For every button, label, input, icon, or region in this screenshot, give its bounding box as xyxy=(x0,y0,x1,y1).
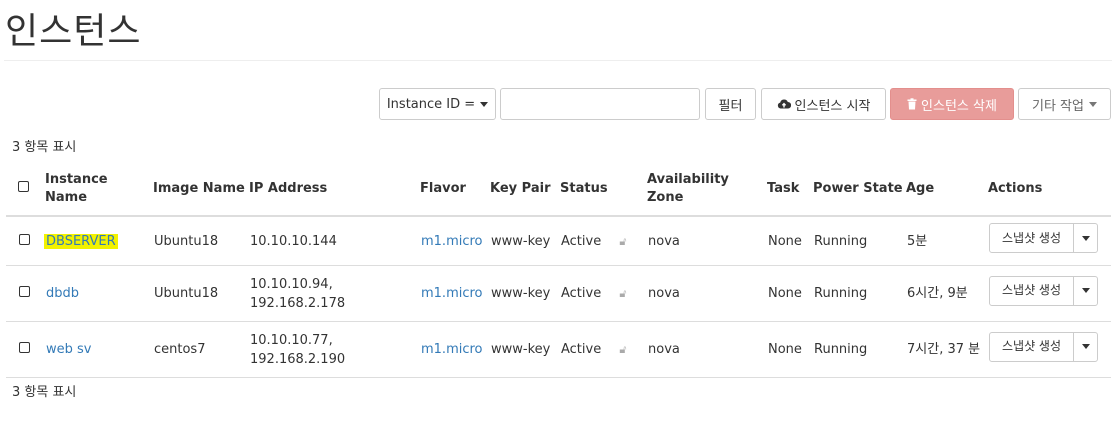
flavor-link[interactable]: m1.micro xyxy=(421,234,483,249)
trash-icon xyxy=(907,98,917,110)
status-text: Active xyxy=(561,286,602,301)
row-actions-group: 스냅샷 생성 xyxy=(989,223,1099,253)
age-cell: 6시간, 9분 xyxy=(906,265,988,322)
select-all-cell xyxy=(6,163,45,217)
header-actions: Actions xyxy=(988,163,1111,217)
caret-down-icon xyxy=(1081,235,1090,241)
power-state-cell: Running xyxy=(813,265,906,322)
age-cell: 7시간, 37 분 xyxy=(906,321,988,378)
create-snapshot-button[interactable]: 스냅샷 생성 xyxy=(989,275,1074,306)
ip-address-line: 10.10.10.77, xyxy=(250,332,333,348)
table-row: web sv centos7 10.10.10.77, 192.168.2.19… xyxy=(6,321,1111,378)
row-actions-dropdown[interactable] xyxy=(1073,223,1098,253)
status-cell: Active 🔓︎ xyxy=(560,321,647,378)
launch-instance-button[interactable]: 인스턴스 시작 xyxy=(761,88,886,120)
key-pair-cell: www-key xyxy=(490,265,560,322)
image-name-cell: centos7 xyxy=(153,321,249,378)
ip-address-line: 10.10.10.144 xyxy=(250,233,337,249)
header-power-state[interactable]: Power State xyxy=(813,163,906,217)
header-availability-zone[interactable]: Availability Zone xyxy=(647,163,767,217)
status-text: Active xyxy=(561,342,602,357)
create-snapshot-button[interactable]: 스냅샷 생성 xyxy=(989,223,1074,253)
power-state-cell: Running xyxy=(813,321,906,378)
key-pair-cell: www-key xyxy=(490,216,560,266)
ip-address-line: 192.168.2.190 xyxy=(250,351,346,367)
create-snapshot-button[interactable]: 스냅샷 생성 xyxy=(989,331,1074,362)
key-pair-cell: www-key xyxy=(490,321,560,378)
image-name-cell: Ubuntu18 xyxy=(153,265,249,322)
title-divider xyxy=(4,60,1112,61)
cloud-upload-icon xyxy=(777,99,791,109)
filter-field-label: Instance ID = xyxy=(386,96,476,112)
row-actions-group: 스냅샷 생성 xyxy=(989,275,1099,306)
actions-cell: 스냅샷 생성 xyxy=(988,216,1111,266)
filter-button[interactable]: 필터 xyxy=(705,88,756,120)
caret-down-icon xyxy=(1088,101,1097,107)
unlock-icon: 🔓︎ xyxy=(619,287,627,300)
table-row: dbdb Ubuntu18 10.10.10.94, 192.168.2.178… xyxy=(6,265,1111,322)
delete-instances-button[interactable]: 인스턴스 삭제 xyxy=(890,88,1014,120)
task-cell: None xyxy=(767,265,813,322)
header-age[interactable]: Age xyxy=(906,163,988,217)
filter-field-select[interactable]: Instance ID = xyxy=(379,88,496,120)
flavor-link[interactable]: m1.micro xyxy=(421,286,483,301)
more-actions-button[interactable]: 기타 작업 xyxy=(1018,88,1111,120)
age-cell: 5분 xyxy=(906,216,988,266)
more-actions-label: 기타 작업 xyxy=(1032,98,1084,114)
table-header-row: Instance Name Image Name IP Address Flav… xyxy=(6,163,1111,217)
row-actions-dropdown[interactable] xyxy=(1073,331,1098,362)
header-image-name[interactable]: Image Name xyxy=(153,163,249,217)
availability-zone-cell: nova xyxy=(647,216,767,266)
instance-name-link[interactable]: web sv xyxy=(46,342,91,357)
header-status[interactable]: Status xyxy=(560,163,647,217)
actions-cell: 스냅샷 생성 xyxy=(988,321,1111,378)
table-toolbar: Instance ID = 필터 인스턴스 시작 인스턴스 삭제 기타 작업 xyxy=(0,88,1118,120)
ip-address-cell: 10.10.10.94, 192.168.2.178 xyxy=(249,265,420,322)
instance-name-link[interactable]: dbdb xyxy=(46,286,79,301)
power-state-cell: Running xyxy=(813,216,906,266)
ip-address-line: 192.168.2.178 xyxy=(250,295,346,311)
status-text: Active xyxy=(561,233,602,249)
image-name-cell: Ubuntu18 xyxy=(153,216,249,266)
availability-zone-cell: nova xyxy=(647,265,767,322)
unlock-icon: 🔓︎ xyxy=(619,234,627,248)
status-cell: Active 🔓︎ xyxy=(560,216,647,266)
availability-zone-cell: nova xyxy=(647,321,767,378)
launch-instance-label: 인스턴스 시작 xyxy=(794,98,871,114)
caret-down-icon xyxy=(1081,344,1090,349)
flavor-link[interactable]: m1.micro xyxy=(421,342,483,357)
item-count-top: 3 항목 표시 xyxy=(12,140,77,155)
filter-input[interactable] xyxy=(500,88,700,120)
header-instance-name[interactable]: Instance Name xyxy=(45,163,153,217)
caret-down-icon xyxy=(480,101,489,107)
instances-table: Instance Name Image Name IP Address Flav… xyxy=(6,163,1111,378)
row-checkbox[interactable] xyxy=(19,342,30,353)
header-flavor[interactable]: Flavor xyxy=(420,163,490,217)
item-count-bottom: 3 항목 표시 xyxy=(12,385,77,400)
row-checkbox[interactable] xyxy=(19,286,30,297)
header-task[interactable]: Task xyxy=(767,163,813,217)
select-all-checkbox[interactable] xyxy=(18,181,29,192)
table-row: DBSERVER Ubuntu18 10.10.10.144 m1.micro … xyxy=(6,216,1111,266)
instance-name-link[interactable]: DBSERVER xyxy=(44,233,118,249)
header-key-pair[interactable]: Key Pair xyxy=(490,163,560,217)
task-cell: None xyxy=(767,321,813,378)
actions-cell: 스냅샷 생성 xyxy=(988,265,1111,322)
status-cell: Active 🔓︎ xyxy=(560,265,647,322)
row-actions-dropdown[interactable] xyxy=(1073,275,1098,306)
header-ip-address[interactable]: IP Address xyxy=(249,163,420,217)
unlock-icon: 🔓︎ xyxy=(619,343,627,356)
task-cell: None xyxy=(767,216,813,266)
ip-address-cell: 10.10.10.77, 192.168.2.190 xyxy=(249,321,420,378)
ip-address-cell: 10.10.10.144 xyxy=(249,216,420,266)
row-checkbox[interactable] xyxy=(19,233,30,245)
delete-instances-label: 인스턴스 삭제 xyxy=(921,98,997,114)
row-actions-group: 스냅샷 생성 xyxy=(989,331,1099,362)
page-title: 인스턴스 xyxy=(5,11,142,52)
ip-address-line: 10.10.10.94, xyxy=(250,276,333,292)
caret-down-icon xyxy=(1081,288,1090,293)
